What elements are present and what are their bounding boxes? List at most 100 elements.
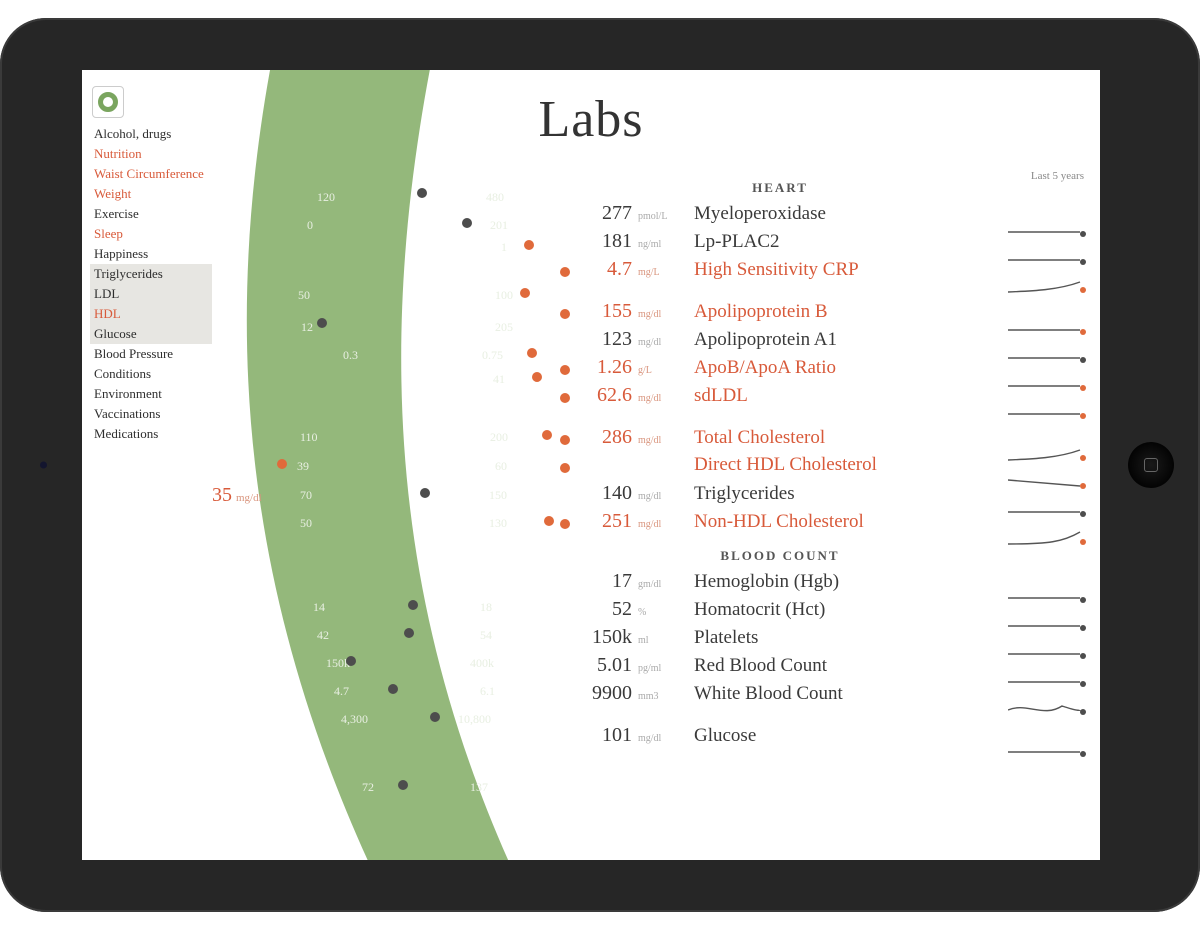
sidebar-item[interactable]: Sleep (90, 224, 212, 244)
sparkline[interactable] (1008, 500, 1084, 528)
range-tick: 70 (300, 488, 312, 503)
range-tick: 120 (317, 190, 335, 205)
sparkline[interactable] (1008, 346, 1084, 374)
sidebar-item[interactable]: Triglycerides (90, 264, 212, 284)
lab-row[interactable]: 140mg/dlTriglycerides (560, 482, 1000, 510)
range-marker (388, 684, 398, 694)
section-header: HEART (560, 180, 1000, 196)
alert-dot-icon (560, 435, 570, 445)
camera-icon (40, 462, 47, 469)
lab-row[interactable]: 101mg/dlGlucose (560, 724, 1000, 752)
sparkline[interactable] (1008, 248, 1084, 276)
lab-row[interactable]: 5.01pg/mlRed Blood Count (560, 654, 1000, 682)
sparkline[interactable] (1008, 318, 1084, 346)
lab-results: HEART 277pmol/LMyeloperoxidase181ng/mlLp-… (560, 170, 1000, 752)
range-tick: 0 (307, 218, 313, 233)
sidebar-item[interactable]: Nutrition (90, 144, 212, 164)
sparkline[interactable] (1008, 374, 1084, 402)
sparkline[interactable] (1008, 586, 1084, 614)
sparkline[interactable] (1008, 472, 1084, 500)
sidebar: Alcohol, drugsNutritionWaist Circumferen… (90, 124, 212, 444)
sidebar-item[interactable]: Alcohol, drugs (90, 124, 212, 144)
range-tick: 4.7 (334, 684, 349, 699)
sidebar-item[interactable]: LDL (90, 284, 212, 304)
lab-name: Apolipoprotein B (676, 301, 1000, 323)
lab-value: 181 (578, 230, 636, 253)
lab-unit: mg/dl (636, 309, 676, 320)
lab-row[interactable]: 9900mm3White Blood Count (560, 682, 1000, 710)
lab-row[interactable]: Direct HDL Cholesterol (560, 454, 1000, 482)
sparkline[interactable] (1008, 614, 1084, 642)
home-button[interactable] (1128, 442, 1174, 488)
sidebar-item[interactable]: Exercise (90, 204, 212, 224)
sidebar-item[interactable]: HDL (90, 304, 212, 324)
sparkline[interactable] (1008, 220, 1084, 248)
lab-row[interactable]: 251mg/dlNon-HDL Cholesterol (560, 510, 1000, 538)
range-marker (520, 288, 530, 298)
sparkline[interactable] (1008, 444, 1084, 472)
sparkline[interactable] (1008, 642, 1084, 670)
lab-name: High Sensitivity CRP (676, 259, 1000, 281)
sidebar-item[interactable]: Blood Pressure (90, 344, 212, 364)
alert-dot-icon (560, 463, 570, 473)
alert-dot-icon (560, 691, 570, 701)
alert-dot-icon (560, 393, 570, 403)
alert-dot-icon (560, 607, 570, 617)
lab-row[interactable]: 1.26g/LApoB/ApoA Ratio (560, 356, 1000, 384)
lab-unit: pmol/L (636, 211, 676, 222)
app-screen: Labs Alcohol, drugsNutritionWaist Circum… (82, 70, 1100, 860)
sparkline[interactable] (1008, 740, 1084, 768)
lab-row[interactable]: 150kmlPlatelets (560, 626, 1000, 654)
range-marker (346, 656, 356, 666)
lab-row[interactable]: 286mg/dlTotal Cholesterol (560, 426, 1000, 454)
lab-row[interactable]: 155mg/dlApolipoprotein B (560, 300, 1000, 328)
sparkline[interactable] (1008, 698, 1084, 726)
range-tick: 10,800 (458, 712, 491, 727)
lab-value: 150k (578, 626, 636, 649)
lab-value: 123 (578, 328, 636, 351)
range-marker (317, 318, 327, 328)
lab-row[interactable]: 277pmol/LMyeloperoxidase (560, 202, 1000, 230)
range-marker (277, 459, 287, 469)
lab-row[interactable]: 4.7mg/LHigh Sensitivity CRP (560, 258, 1000, 286)
lab-value: 251 (578, 510, 636, 533)
app-logo[interactable] (92, 86, 124, 118)
lab-name: ApoB/ApoA Ratio (676, 357, 1000, 379)
lab-row[interactable]: 17gm/dlHemoglobin (Hgb) (560, 570, 1000, 598)
lab-unit: mg/dl (636, 519, 676, 530)
sparkline[interactable] (1008, 528, 1084, 556)
lab-value: 9900 (578, 682, 636, 705)
sidebar-item[interactable]: Waist Circumference (90, 164, 212, 184)
sidebar-item[interactable]: Environment (90, 384, 212, 404)
sidebar-item[interactable]: Glucose (90, 324, 212, 344)
sidebar-item[interactable]: Medications (90, 424, 212, 444)
sparkline[interactable] (1008, 276, 1084, 304)
lab-row[interactable]: 62.6mg/dlsdLDL (560, 384, 1000, 412)
alert-dot-icon (560, 663, 570, 673)
lab-row[interactable]: 181ng/mlLp-PLAC2 (560, 230, 1000, 258)
range-tick: 0.3 (343, 348, 358, 363)
range-tick: 54 (480, 628, 492, 643)
range-tick: 1 (501, 240, 507, 255)
section-header: BLOOD COUNT (560, 548, 1000, 564)
lab-unit: mg/dl (636, 435, 676, 446)
alert-dot-icon (560, 519, 570, 529)
lab-name: Red Blood Count (676, 655, 1000, 677)
lab-name: Lp-PLAC2 (676, 231, 1000, 253)
sparkline[interactable] (1008, 670, 1084, 698)
lab-value: 101 (578, 724, 636, 747)
sidebar-item[interactable]: Happiness (90, 244, 212, 264)
lab-value: 4.7 (578, 258, 636, 281)
range-tick: 12 (301, 320, 313, 335)
range-tick: 150 (489, 488, 507, 503)
sidebar-item[interactable]: Weight (90, 184, 212, 204)
range-marker (420, 488, 430, 498)
sidebar-item[interactable]: Vaccinations (90, 404, 212, 424)
lab-value: 140 (578, 482, 636, 505)
range-tick: 400k (470, 656, 494, 671)
lab-row[interactable]: 123mg/dlApolipoprotein A1 (560, 328, 1000, 356)
sidebar-item[interactable]: Conditions (90, 364, 212, 384)
sparkline[interactable] (1008, 402, 1084, 430)
lab-row[interactable]: 52%Homatocrit (Hct) (560, 598, 1000, 626)
alert-dot-icon (560, 211, 570, 221)
